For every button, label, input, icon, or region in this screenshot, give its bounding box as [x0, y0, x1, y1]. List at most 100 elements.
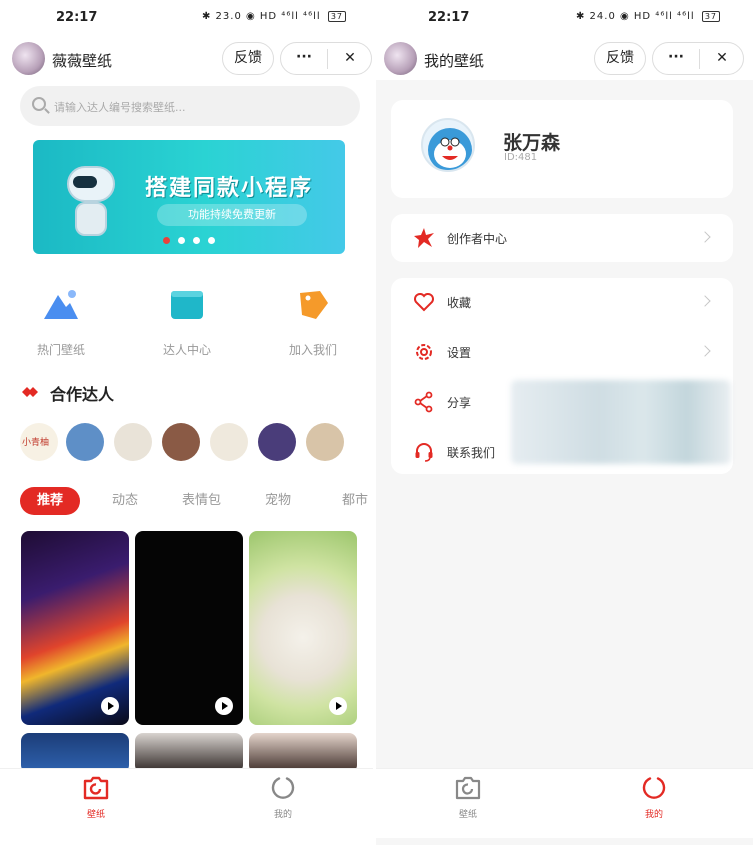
bottom-tabbar: 壁纸 我的: [376, 768, 753, 838]
profile-card[interactable]: 张万森 ID:481: [391, 100, 733, 198]
quick-label: 加入我们: [288, 343, 337, 357]
feedback-button[interactable]: 反馈: [222, 42, 274, 75]
section-title: 合作达人: [50, 385, 115, 404]
banner-title: 搭建同款小程序: [145, 176, 314, 201]
close-icon[interactable]: ✕: [700, 43, 744, 74]
chevron-right-icon: [699, 345, 711, 357]
quick-hot-wallpapers[interactable]: 热门壁纸: [16, 285, 106, 358]
search-input[interactable]: 请输入达人编号搜索壁纸...: [20, 86, 360, 126]
camera-icon: [455, 776, 481, 800]
battery-icon: 37: [701, 11, 721, 22]
menu-creator-center[interactable]: 创作者中心: [391, 216, 733, 260]
banner-subtitle: 功能持续免费更新: [157, 204, 307, 226]
app-avatar: [384, 42, 417, 75]
miniapp-capsule: ··· ✕: [280, 42, 372, 75]
wallpaper-card[interactable]: [135, 733, 243, 773]
play-icon: [101, 697, 119, 715]
talent-avatar[interactable]: [210, 423, 248, 461]
status-icons: ✱ 24.0 ◉ HD ⁴⁶ll ⁴⁶ll 37: [576, 11, 721, 22]
tag-icon: [300, 291, 328, 319]
quick-label: 达人中心: [162, 343, 211, 357]
refresh-circle-icon: [642, 777, 666, 799]
refresh-circle-icon: [271, 777, 295, 799]
share-icon: [414, 391, 433, 413]
talent-avatar[interactable]: 小青柚: [20, 423, 58, 461]
close-icon[interactable]: ✕: [328, 43, 372, 74]
settings-menu-card: 收藏 设置 分享 联系我们: [391, 278, 733, 474]
status-bar: 22:17 ✱ 24.0 ◉ HD ⁴⁶ll ⁴⁶ll 37: [376, 0, 753, 40]
wallpaper-card[interactable]: [249, 531, 357, 725]
more-button[interactable]: ···: [281, 42, 327, 73]
promo-banner[interactable]: 搭建同款小程序 功能持续免费更新: [33, 140, 345, 254]
carousel-dots: [33, 229, 345, 248]
quick-talent-center[interactable]: 达人中心: [142, 285, 232, 358]
status-icons: ✱ 23.0 ◉ HD ⁴⁶ll ⁴⁶ll 37: [202, 11, 347, 22]
app-title: 我的壁纸: [424, 52, 485, 70]
category-tabs: 推荐 动态 表情包 宠物 都市: [20, 487, 373, 517]
tab-wallpaper[interactable]: 壁纸: [66, 775, 126, 820]
tab-label: 我的: [644, 810, 663, 820]
carousel-dot[interactable]: [193, 237, 200, 244]
status-signal-text: ✱ 24.0 ◉ HD ⁴⁶ll ⁴⁶ll: [576, 11, 695, 22]
talent-avatar[interactable]: [66, 423, 104, 461]
tab-category[interactable]: 推荐: [20, 487, 80, 515]
diamond-icon: [22, 387, 38, 397]
tab-mine[interactable]: 我的: [624, 775, 684, 820]
status-bar: 22:17 ✱ 23.0 ◉ HD ⁴⁶ll ⁴⁶ll 37: [0, 0, 373, 40]
talent-avatar[interactable]: [114, 423, 152, 461]
talent-avatar[interactable]: [162, 423, 200, 461]
bottom-tabbar: 壁纸 我的: [0, 768, 373, 838]
more-button[interactable]: ···: [653, 42, 699, 73]
talent-caption: 小青柚: [22, 438, 50, 448]
carousel-dot[interactable]: [208, 237, 215, 244]
menu-label: 收藏: [447, 296, 472, 310]
tab-wallpaper[interactable]: 壁纸: [438, 775, 498, 820]
play-icon: [329, 697, 347, 715]
nav-header: 我的壁纸 反馈 ··· ✕: [376, 40, 753, 80]
profile-name: 张万森: [503, 132, 561, 154]
profile-id: ID:481: [504, 152, 538, 163]
tab-mine[interactable]: 我的: [253, 775, 313, 820]
wallpaper-card[interactable]: [21, 733, 129, 773]
talent-avatar[interactable]: [258, 423, 296, 461]
blurred-region: [511, 380, 731, 464]
tab-category[interactable]: 表情包: [182, 487, 221, 515]
tab-label: 壁纸: [458, 810, 477, 820]
quick-label: 热门壁纸: [36, 343, 85, 357]
search-placeholder: 请输入达人编号搜索壁纸...: [54, 101, 186, 114]
wallpaper-card[interactable]: [135, 531, 243, 725]
camera-icon: [83, 776, 109, 800]
tab-category[interactable]: 宠物: [265, 487, 291, 515]
wallpaper-home-screen: 22:17 ✱ 23.0 ◉ HD ⁴⁶ll ⁴⁶ll 37 薇薇壁纸 反馈 ·…: [0, 0, 373, 845]
quick-join-us[interactable]: 加入我们: [268, 285, 358, 358]
tab-category[interactable]: 都市: [342, 487, 368, 515]
feedback-button[interactable]: 反馈: [594, 42, 646, 75]
carousel-dot[interactable]: [163, 237, 170, 244]
status-time: 22:17: [428, 10, 470, 25]
talent-avatar[interactable]: [306, 423, 344, 461]
carousel-dot[interactable]: [178, 237, 185, 244]
gear-icon: [416, 344, 432, 360]
app-avatar: [12, 42, 45, 75]
wallpaper-card[interactable]: [21, 531, 129, 725]
menu-label: 分享: [447, 396, 472, 410]
box-icon: [171, 291, 203, 319]
menu-settings[interactable]: 设置: [391, 330, 733, 374]
avatar: [421, 118, 475, 172]
play-icon: [215, 697, 233, 715]
star-burst-icon: [414, 228, 434, 248]
headset-icon: [415, 443, 433, 462]
menu-label: 联系我们: [447, 446, 496, 460]
tab-label: 我的: [273, 810, 292, 820]
creator-center-card[interactable]: 创作者中心: [391, 214, 733, 262]
heart-icon: [414, 293, 434, 312]
status-time: 22:17: [56, 10, 98, 25]
search-icon: [32, 97, 46, 111]
app-title: 薇薇壁纸: [52, 52, 113, 70]
status-signal-text: ✱ 23.0 ◉ HD ⁴⁶ll ⁴⁶ll: [202, 11, 321, 22]
tab-category[interactable]: 动态: [112, 487, 138, 515]
miniapp-capsule: ··· ✕: [652, 42, 744, 75]
menu-favorites[interactable]: 收藏: [391, 280, 733, 324]
wallpaper-card[interactable]: [249, 733, 357, 773]
chevron-right-icon: [699, 295, 711, 307]
